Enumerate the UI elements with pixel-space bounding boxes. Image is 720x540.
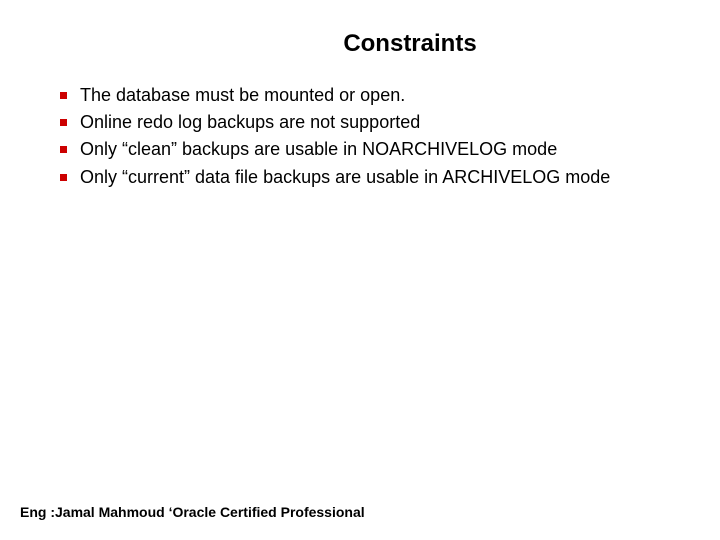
slide-title: Constraints <box>140 30 680 58</box>
list-item: The database must be mounted or open. <box>60 83 680 108</box>
bullet-list: The database must be mounted or open. On… <box>40 83 680 190</box>
list-item: Online redo log backups are not supporte… <box>60 110 680 135</box>
list-item: Only “clean” backups are usable in NOARC… <box>60 137 680 162</box>
list-item: Only “current” data file backups are usa… <box>60 165 680 190</box>
slide-container: Constraints The database must be mounted… <box>0 0 720 540</box>
footer-credit: Eng :Jamal Mahmoud ‘Oracle Certified Pro… <box>20 504 365 520</box>
